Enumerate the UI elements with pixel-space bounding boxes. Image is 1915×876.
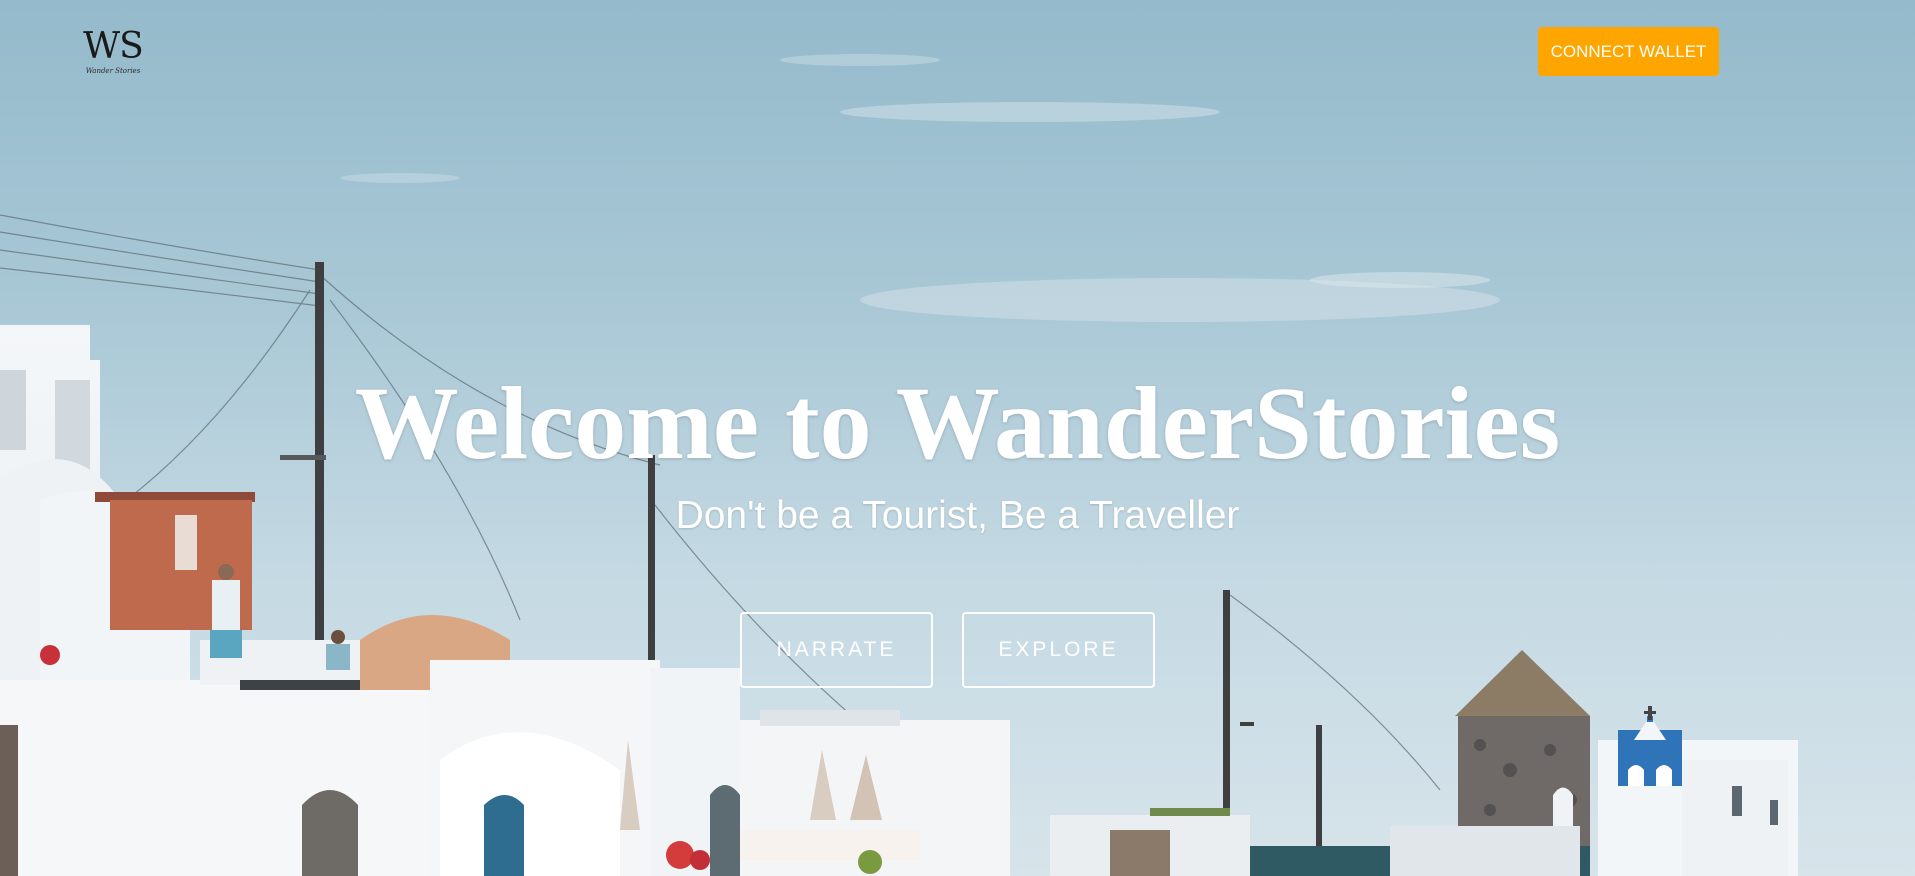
site-logo[interactable]: WS Wander Stories [80,28,146,78]
logo-mark: WS [83,26,144,67]
hero-title: Welcome to WanderStories [354,366,1561,481]
explore-button[interactable]: EXPLORE [962,612,1155,688]
site-header: WS Wander Stories CONNECT WALLET [0,0,1915,100]
connect-wallet-button[interactable]: CONNECT WALLET [1538,27,1719,76]
hero-section: WS Wander Stories CONNECT WALLET Welcome… [0,0,1915,876]
narrate-button[interactable]: NARRATE [740,612,933,688]
hero-subtitle: Don't be a Tourist, Be a Traveller [675,494,1240,537]
hero-content: Welcome to WanderStories Don't be a Tour… [0,360,1915,537]
logo-tagline: Wander Stories [85,67,141,75]
